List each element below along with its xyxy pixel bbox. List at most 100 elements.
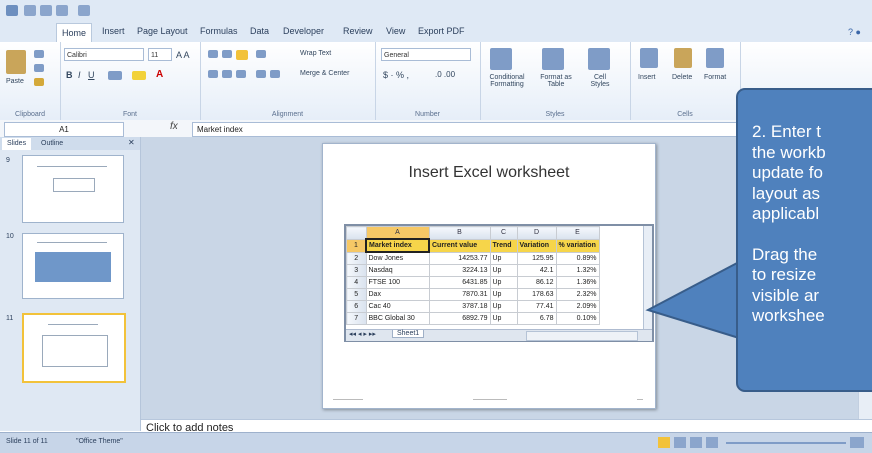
slide-thumbnail-10[interactable] xyxy=(22,233,124,299)
align-center-icon[interactable] xyxy=(222,70,232,78)
name-box[interactable]: A1 xyxy=(4,122,124,137)
align-left-icon[interactable] xyxy=(208,70,218,78)
format-as-table-button[interactable]: Format as Table xyxy=(536,74,576,88)
cell[interactable]: 0.10% xyxy=(555,312,600,325)
tab-export-pdf[interactable]: Export PDF xyxy=(418,26,465,36)
insert-button[interactable]: Insert xyxy=(638,74,656,81)
column-header-d[interactable]: D xyxy=(516,226,557,240)
accounting-format-icon[interactable]: $ · % , xyxy=(383,70,409,80)
slide-sorter-icon[interactable] xyxy=(674,437,686,448)
cell[interactable]: 6431.85 xyxy=(428,276,491,289)
tab-outline[interactable]: Outline xyxy=(36,138,68,150)
cell[interactable]: 6892.79 xyxy=(428,312,491,325)
cell-header[interactable]: % variation xyxy=(555,238,600,253)
cell[interactable]: 1.32% xyxy=(555,264,600,277)
tab-insert[interactable]: Insert xyxy=(102,26,125,36)
cell[interactable]: 178.63 xyxy=(516,288,557,301)
cell-styles-icon[interactable] xyxy=(588,48,610,70)
cell[interactable]: Up xyxy=(489,300,518,313)
wrap-text-button[interactable]: Wrap Text xyxy=(300,50,331,57)
normal-view-icon[interactable] xyxy=(658,437,670,448)
orientation-icon[interactable] xyxy=(256,50,266,58)
cell[interactable]: Up xyxy=(489,251,518,265)
cell[interactable]: Up xyxy=(489,264,518,277)
cell[interactable]: 1.36% xyxy=(555,276,600,289)
conditional-formatting-button[interactable]: Conditional Formatting xyxy=(482,74,532,88)
cell[interactable]: Up xyxy=(489,288,518,301)
tab-page-layout[interactable]: Page Layout xyxy=(137,26,188,36)
embedded-worksheet[interactable]: A B C D E 1 Market index Current value T… xyxy=(344,224,654,342)
cell[interactable]: 6.78 xyxy=(516,312,557,325)
conditional-formatting-icon[interactable] xyxy=(490,48,512,70)
notes-pane[interactable]: Click to add notes xyxy=(141,419,872,434)
cell[interactable]: 86.12 xyxy=(516,276,557,289)
column-header-b[interactable]: B xyxy=(428,226,491,240)
column-header-e[interactable]: E xyxy=(555,226,600,240)
cell[interactable]: BBC Global 30 xyxy=(365,312,430,325)
cell[interactable]: 125.95 xyxy=(516,251,557,265)
customize-toolbar-icon[interactable] xyxy=(78,5,90,16)
row-number[interactable]: 2 xyxy=(346,251,367,265)
slide-thumbnail-11[interactable] xyxy=(22,313,126,383)
format-cells-icon[interactable] xyxy=(706,48,724,68)
cell-header[interactable]: Variation xyxy=(516,238,557,253)
copy-icon[interactable] xyxy=(34,64,44,72)
row-number[interactable]: 5 xyxy=(346,288,367,301)
zoom-slider[interactable] xyxy=(726,442,846,444)
tab-developer[interactable]: Developer xyxy=(283,26,324,36)
tab-formulas[interactable]: Formulas xyxy=(200,26,238,36)
align-top-icon[interactable] xyxy=(208,50,218,58)
tab-review[interactable]: Review xyxy=(343,26,373,36)
cell[interactable]: 14253.77 xyxy=(428,251,491,265)
cell[interactable]: Nasdaq xyxy=(365,264,430,277)
delete-button[interactable]: Delete xyxy=(672,74,692,81)
format-as-table-icon[interactable] xyxy=(542,48,564,70)
worksheet-vertical-scrollbar[interactable] xyxy=(643,226,652,329)
select-all-corner[interactable] xyxy=(346,226,367,240)
column-header-c[interactable]: C xyxy=(489,226,518,240)
row-number[interactable]: 6 xyxy=(346,300,367,313)
undo-icon[interactable] xyxy=(40,5,52,16)
save-icon[interactable] xyxy=(24,5,36,16)
font-color-icon[interactable]: A xyxy=(156,69,163,80)
formula-input[interactable]: Market index xyxy=(192,122,758,137)
cell-header[interactable]: Market index xyxy=(365,238,430,253)
italic-icon[interactable]: I xyxy=(78,70,81,80)
cell[interactable]: Dax xyxy=(365,288,430,301)
bold-icon[interactable]: B xyxy=(66,70,73,80)
paste-button[interactable]: Paste xyxy=(6,78,24,85)
sheet-nav-arrows-icon[interactable]: ◂◂ ◂ ▸ ▸▸ xyxy=(349,330,376,338)
cell-styles-button[interactable]: Cell Styles xyxy=(584,74,616,88)
fill-color-icon[interactable] xyxy=(132,71,146,80)
cell[interactable]: 2.09% xyxy=(555,300,600,313)
row-number[interactable]: 1 xyxy=(346,238,367,253)
cell[interactable]: Dow Jones xyxy=(365,251,430,265)
number-format-box[interactable]: General xyxy=(381,48,471,61)
cell-header[interactable]: Trend xyxy=(489,238,518,253)
font-size-box[interactable]: 11 xyxy=(148,48,172,61)
reading-view-icon[interactable] xyxy=(690,437,702,448)
cut-icon[interactable] xyxy=(34,50,44,58)
format-button[interactable]: Format xyxy=(704,74,726,81)
slideshow-icon[interactable] xyxy=(706,437,718,448)
tab-data[interactable]: Data xyxy=(250,26,269,36)
row-number[interactable]: 3 xyxy=(346,264,367,277)
font-name-box[interactable]: Calibri xyxy=(64,48,144,61)
cell[interactable]: Up xyxy=(489,312,518,325)
insert-cells-icon[interactable] xyxy=(640,48,658,68)
slide-thumbnail-9[interactable] xyxy=(22,155,124,223)
cell[interactable]: Up xyxy=(489,276,518,289)
format-painter-icon[interactable] xyxy=(34,78,44,86)
slide-title[interactable]: Insert Excel worksheet xyxy=(323,164,655,182)
help-icon[interactable]: ? ● xyxy=(848,27,861,37)
tab-slides[interactable]: Slides xyxy=(2,138,32,150)
cell[interactable]: 0.89% xyxy=(555,251,600,265)
tab-home[interactable]: Home xyxy=(56,23,92,43)
cell[interactable]: 3787.18 xyxy=(428,300,491,313)
borders-icon[interactable] xyxy=(108,71,122,80)
cell-header[interactable]: Current value xyxy=(428,238,491,253)
redo-icon[interactable] xyxy=(56,5,68,16)
row-number[interactable]: 4 xyxy=(346,276,367,289)
column-header-a[interactable]: A xyxy=(365,226,430,240)
align-middle-icon[interactable] xyxy=(222,50,232,58)
